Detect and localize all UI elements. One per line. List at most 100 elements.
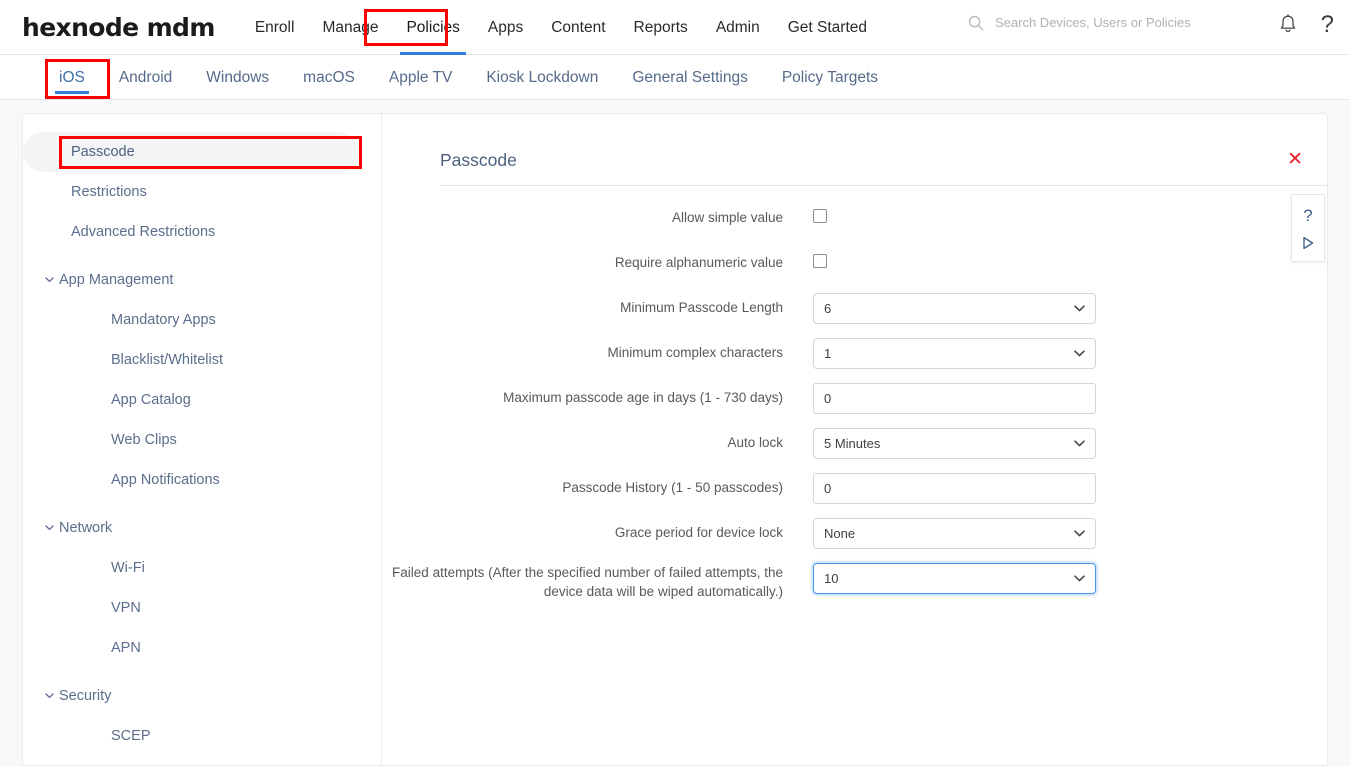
form-row-auto-lock: Auto lock 5 Minutes <box>383 425 1327 459</box>
search-input[interactable] <box>993 14 1253 31</box>
select-failed-attempts[interactable]: 10 <box>813 563 1096 594</box>
label-auto-lock: Auto lock <box>727 435 783 450</box>
field-passcode-history: 0 <box>813 470 1327 504</box>
select-grace-period-for-device-lock[interactable]: None <box>813 518 1096 549</box>
tab-ios[interactable]: iOS <box>42 55 102 100</box>
select-value: 1 <box>824 346 832 361</box>
sidebar-item-blacklist-whitelist[interactable]: Blacklist/Whitelist <box>23 340 381 380</box>
nav-item-apps[interactable]: Apps <box>474 0 537 55</box>
label-minimum-passcode-length: Minimum Passcode Length <box>620 300 783 315</box>
sidebar-group-security[interactable]: Security <box>23 676 381 716</box>
checkbox-require-alphanumeric-value[interactable] <box>813 254 827 268</box>
tab-macos[interactable]: macOS <box>286 55 372 100</box>
passcode-form: Allow simple value Require alphanumeric v… <box>383 200 1327 612</box>
field-allow-simple-value <box>813 200 1327 223</box>
select-value: 5 Minutes <box>824 436 881 451</box>
sidebar-item-web-clips[interactable]: Web Clips <box>23 420 381 460</box>
top-navigation-bar: hexnode mdm Enroll Manage Policies Apps Cont… <box>0 0 1350 55</box>
play-triangle-icon[interactable] <box>1301 236 1315 250</box>
nav-item-reports[interactable]: Reports <box>620 0 702 55</box>
sidebar-item-scep[interactable]: SCEP <box>23 716 381 756</box>
content-card: Passcode Restrictions Advanced Restriction… <box>22 113 1328 766</box>
sidebar-item-mandatory-apps[interactable]: Mandatory Apps <box>23 300 381 340</box>
close-icon[interactable]: ✕ <box>1287 150 1303 169</box>
bell-icon[interactable] <box>1278 14 1298 36</box>
sidebar-group-label: Network <box>59 520 113 536</box>
tab-windows[interactable]: Windows <box>189 55 286 100</box>
label-passcode-history: Passcode History (1 - 50 passcodes) <box>562 480 783 495</box>
global-search[interactable] <box>968 14 1268 31</box>
sidebar-item-passcode[interactable]: Passcode <box>23 132 359 172</box>
sidebar-item-wi-fi[interactable]: Wi-Fi <box>23 548 381 588</box>
nav-item-policies[interactable]: Policies <box>392 0 473 55</box>
chevron-down-icon <box>1074 305 1085 312</box>
label-maximum-passcode-age: Maximum passcode age in days (1 - 730 da… <box>503 390 783 405</box>
sidebar-item-app-catalog[interactable]: App Catalog <box>23 380 381 420</box>
label-require-alphanumeric-value: Require alphanumeric value <box>614 255 783 270</box>
field-failed-attempts: 10 <box>813 560 1327 594</box>
field-auto-lock: 5 Minutes <box>813 425 1327 459</box>
page-body: Passcode Restrictions Advanced Restriction… <box>0 100 1350 766</box>
help-icon[interactable]: ? <box>1321 13 1334 37</box>
tab-general-settings[interactable]: General Settings <box>615 55 764 100</box>
form-row-minimum-passcode-length: Minimum Passcode Length 6 <box>383 290 1327 324</box>
field-minimum-passcode-length: 6 <box>813 290 1327 324</box>
chevron-down-icon <box>1074 575 1085 582</box>
chevron-down-icon <box>1074 530 1085 537</box>
sidebar-group-app-management[interactable]: App Management <box>23 260 381 300</box>
checkbox-allow-simple-value[interactable] <box>813 209 827 223</box>
sidebar-group-network[interactable]: Network <box>23 508 381 548</box>
sidebar-item-vpn[interactable]: VPN <box>23 588 381 628</box>
form-row-require-alphanumeric-value: Require alphanumeric value <box>383 245 1327 279</box>
nav-item-get-started[interactable]: Get Started <box>774 0 881 55</box>
platform-tabs: iOS Android Windows macOS Apple TV Kiosk Lock… <box>0 55 1350 100</box>
sidebar-item-app-notifications[interactable]: App Notifications <box>23 460 381 500</box>
label-grace-period-for-device-lock: Grace period for device lock <box>614 525 783 540</box>
sidebar-group-label: Security <box>59 688 112 704</box>
sidebar-group-label: App Management <box>59 272 174 288</box>
title-divider <box>440 185 1327 186</box>
select-auto-lock[interactable]: 5 Minutes <box>813 428 1096 459</box>
input-passcode-history[interactable]: 0 <box>813 473 1096 504</box>
label-failed-attempts: Failed attempts (After the specified num… <box>392 565 783 599</box>
tab-policy-targets[interactable]: Policy Targets <box>765 55 895 100</box>
chevron-down-icon <box>45 692 54 698</box>
sidebar-item-advanced-restrictions[interactable]: Advanced Restrictions <box>23 212 381 252</box>
field-grace-period-for-device-lock: None <box>813 515 1327 549</box>
sidebar-item-certificates[interactable]: Certificates <box>23 756 381 765</box>
label-minimum-complex-characters: Minimum complex characters <box>607 345 783 360</box>
field-minimum-complex-characters: 1 <box>813 335 1327 369</box>
input-maximum-passcode-age[interactable]: 0 <box>813 383 1096 414</box>
sidebar-item-apn[interactable]: APN <box>23 628 381 668</box>
policy-sidebar: Passcode Restrictions Advanced Restriction… <box>23 114 382 765</box>
select-value: 6 <box>824 301 832 316</box>
tab-android[interactable]: Android <box>102 55 189 100</box>
search-icon <box>968 15 984 30</box>
passcode-panel: Passcode ✕ Allow simple value Require alp… <box>383 114 1327 765</box>
select-minimum-passcode-length[interactable]: 6 <box>813 293 1096 324</box>
brand-logo[interactable]: hexnode mdm <box>22 13 215 42</box>
form-row-grace-period-for-device-lock: Grace period for device lock None <box>383 515 1327 549</box>
tab-apple-tv[interactable]: Apple TV <box>372 55 469 100</box>
app-root: hexnode mdm Enroll Manage Policies Apps Cont… <box>0 0 1350 766</box>
help-question-icon[interactable]: ? <box>1303 206 1312 232</box>
nav-item-admin[interactable]: Admin <box>702 0 774 55</box>
tab-kiosk-lockdown[interactable]: Kiosk Lockdown <box>469 55 615 100</box>
chevron-down-icon <box>45 524 54 530</box>
form-row-maximum-passcode-age: Maximum passcode age in days (1 - 730 da… <box>383 380 1327 414</box>
select-minimum-complex-characters[interactable]: 1 <box>813 338 1096 369</box>
form-row-failed-attempts: Failed attempts (After the specified num… <box>383 560 1327 601</box>
nav-item-content[interactable]: Content <box>537 0 619 55</box>
form-row-passcode-history: Passcode History (1 - 50 passcodes) 0 <box>383 470 1327 504</box>
form-row-minimum-complex-characters: Minimum complex characters 1 <box>383 335 1327 369</box>
field-maximum-passcode-age: 0 <box>813 380 1327 414</box>
nav-item-manage[interactable]: Manage <box>308 0 392 55</box>
field-require-alphanumeric-value <box>813 245 1327 268</box>
sidebar-item-restrictions[interactable]: Restrictions <box>23 172 381 212</box>
chevron-down-icon <box>1074 350 1085 357</box>
label-allow-simple-value: Allow simple value <box>671 210 783 225</box>
main-nav: Enroll Manage Policies Apps Content Reports Ad… <box>241 0 881 55</box>
nav-item-enroll[interactable]: Enroll <box>241 0 309 55</box>
chevron-down-icon <box>45 276 54 282</box>
chevron-down-icon <box>1074 440 1085 447</box>
